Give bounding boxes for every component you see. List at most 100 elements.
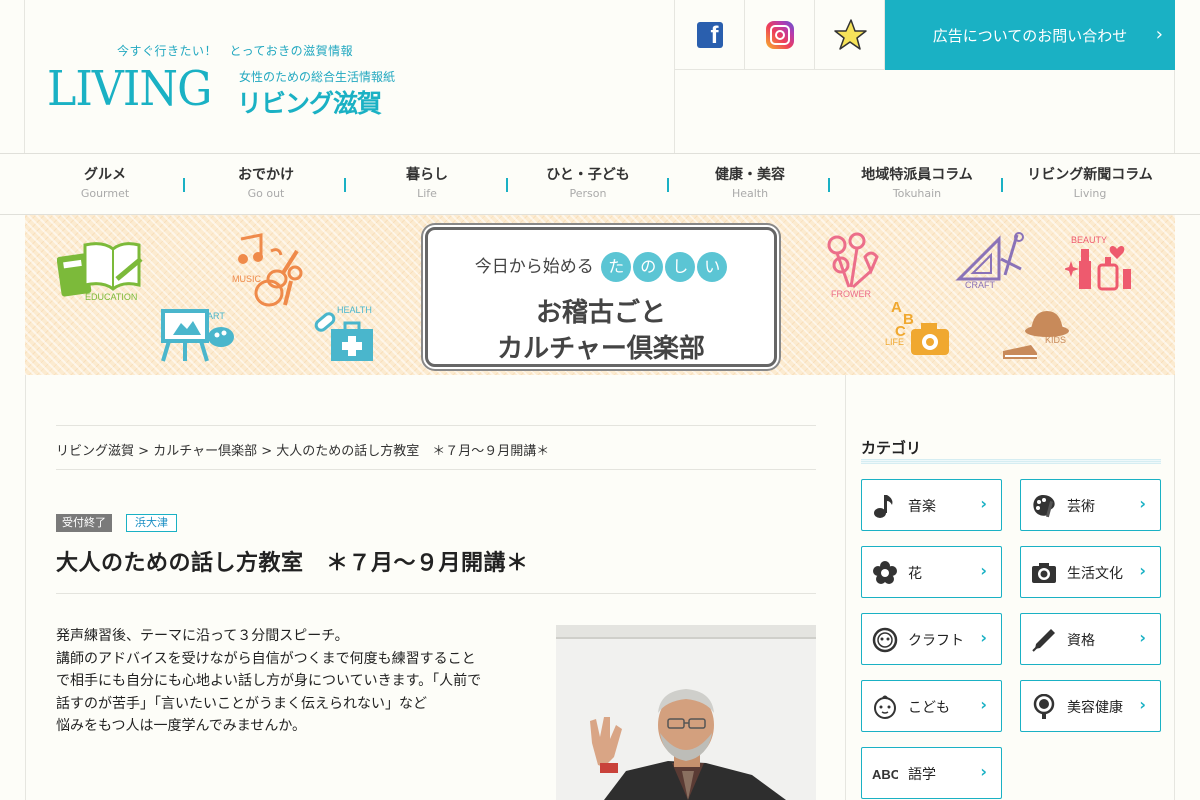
category-art[interactable]: 芸術 › <box>1020 479 1161 531</box>
instagram-icon <box>765 20 794 49</box>
banner-lead: 今日から始める <box>474 257 594 277</box>
breadcrumb-section[interactable]: カルチャー倶楽部 <box>153 444 257 459</box>
chevron-right-icon: › <box>1139 695 1146 714</box>
category-label: 音楽 <box>908 499 936 515</box>
category-beauty-health[interactable]: 美容健康 › <box>1020 680 1161 732</box>
nav-sublabel: Person <box>569 187 607 200</box>
banner-title-line1: お稽古ごと <box>535 298 666 328</box>
category-label: クラフト <box>908 633 964 649</box>
music-icon <box>238 233 303 307</box>
breadcrumb-separator: > <box>261 444 273 459</box>
instructor-photo-image <box>556 625 816 800</box>
tanoshii-char: し <box>665 252 696 282</box>
baby-face-icon <box>872 694 898 720</box>
category-language[interactable]: ABC 語学 › <box>861 747 1002 799</box>
banner-title-box: 今日から始める たのしい お稽古ごと カルチャー倶楽部 <box>425 227 777 367</box>
svg-text:ABC: ABC <box>872 767 898 782</box>
area-badge[interactable]: 浜大津 <box>126 514 177 532</box>
instructor-photo <box>556 625 816 800</box>
banner-title-line2: カルチャー倶楽部 <box>497 334 705 364</box>
flower-label: FROWER <box>831 289 871 299</box>
nav-label: おでかけ <box>238 167 294 183</box>
breadcrumb-separator: > <box>138 444 150 459</box>
chevron-right-icon: › <box>1139 494 1146 513</box>
nav-item-life[interactable]: 暮らし Life <box>377 164 477 200</box>
kids-icon <box>1003 311 1069 359</box>
global-nav: グルメ Gourmet おでかけ Go out 暮らし Life ひと・子ども … <box>0 153 1200 215</box>
description-line: で相手にも自分にも心地よい話し方が身についていきます。「人前で <box>56 673 482 689</box>
music-note-icon <box>872 493 898 519</box>
logo-living-wordmark: LIVING <box>47 61 212 117</box>
category-kids[interactable]: こども › <box>861 680 1002 732</box>
nav-item-health[interactable]: 健康・美容 Health <box>690 164 810 200</box>
tagline: 今すぐ行きたい！ とっておきの滋賀情報 <box>117 44 354 58</box>
nav-label: 暮らし <box>406 167 448 183</box>
nav-item-living[interactable]: リビング新聞コラム Living <box>1012 164 1168 200</box>
breadcrumb-home[interactable]: リビング滋賀 <box>56 444 134 459</box>
category-label: 生活文化 <box>1067 566 1123 582</box>
facebook-icon: f <box>696 21 723 48</box>
mirror-icon <box>1031 694 1057 720</box>
nav-divider <box>183 178 185 192</box>
facebook-link[interactable]: f <box>675 0 745 70</box>
culture-club-banner[interactable]: EDUCATION MUSIC ART HEALTH 今日から始める たのしい <box>25 215 1175 375</box>
nav-divider <box>506 178 508 192</box>
nav-sublabel: Gourmet <box>80 187 130 200</box>
header-actions: f 広告についてのお問い合わせ › <box>675 0 1175 153</box>
nav-item-person[interactable]: ひと・子ども Person <box>528 164 648 200</box>
flower-icon <box>827 232 879 289</box>
beauty-icon <box>1065 246 1131 291</box>
category-music[interactable]: 音楽 › <box>861 479 1002 531</box>
category-heading-rule <box>861 459 1161 464</box>
music-label: MUSIC <box>232 274 261 284</box>
logo-name: リビング滋賀 <box>237 89 382 118</box>
education-label: EDUCATION <box>85 292 138 302</box>
chevron-right-icon: › <box>980 494 987 513</box>
art-icon <box>161 309 234 362</box>
camera-illustration-icon <box>911 323 949 355</box>
health-label: HEALTH <box>337 305 372 315</box>
status-badge: 受付終了 <box>56 514 112 532</box>
sidebar: カテゴリ 音楽 › 芸術 › 花 › 生活文化 › クラフト › 資格 › こど… <box>845 375 1175 800</box>
chevron-right-icon: › <box>980 628 987 647</box>
nav-divider <box>828 178 830 192</box>
beauty-label: BEAUTY <box>1071 235 1108 245</box>
tanoshii-char: た <box>601 252 632 282</box>
breadcrumb: リビング滋賀 > カルチャー倶楽部 > 大人のための話し方教室 ＊７月～９月開講… <box>56 425 816 470</box>
category-label: 資格 <box>1067 633 1095 649</box>
description-line: 悩みをもつ人は一度学んでみませんか。 <box>56 718 307 734</box>
page-title: 大人のための話し方教室 ＊７月～９月開講＊ <box>56 551 529 576</box>
nav-sublabel: Life <box>417 187 437 200</box>
site-header: 今すぐ行きたい！ とっておきの滋賀情報 LIVING 女性のための総合生活情報紙… <box>0 0 1200 153</box>
ad-contact-label: 広告についてのお問い合わせ <box>932 26 1128 45</box>
description-line: 発声練習後、テーマに沿って３分間スピーチ。 <box>56 628 349 644</box>
pen-icon <box>1031 627 1057 653</box>
nav-sublabel: Health <box>731 187 769 200</box>
nav-divider <box>1001 178 1003 192</box>
main-content: リビング滋賀 > カルチャー倶楽部 > 大人のための話し方教室 ＊７月～９月開講… <box>25 375 845 800</box>
chevron-right-icon: › <box>980 561 987 580</box>
category-craft[interactable]: クラフト › <box>861 613 1002 665</box>
category-lifestyle-culture[interactable]: 生活文化 › <box>1020 546 1161 598</box>
nav-item-tokuhain[interactable]: 地域特派員コラム Tokuhain <box>846 164 988 200</box>
nav-item-gourmet[interactable]: グルメ Gourmet <box>64 164 146 200</box>
art-label: ART <box>207 311 225 321</box>
chevron-right-icon: › <box>1155 24 1163 45</box>
button-icon <box>872 627 898 653</box>
description-line: 話すのが苦手」「言いたいことがうまく伝えられない」など <box>56 695 427 712</box>
category-label: 花 <box>908 566 922 582</box>
instagram-link[interactable] <box>745 0 815 70</box>
site-logo[interactable]: 今すぐ行きたい！ とっておきの滋賀情報 LIVING 女性のための総合生活情報紙… <box>24 0 675 153</box>
chevron-right-icon: › <box>980 695 987 714</box>
chevron-right-icon: › <box>1139 561 1146 580</box>
category-flower[interactable]: 花 › <box>861 546 1002 598</box>
nav-item-goout[interactable]: おでかけ Go out <box>216 164 316 200</box>
craft-label: CRAFT <box>965 280 995 290</box>
favorite-link[interactable] <box>815 0 885 70</box>
category-qualification[interactable]: 資格 › <box>1020 613 1161 665</box>
nav-label: 地域特派員コラム <box>861 167 973 183</box>
ad-contact-button[interactable]: 広告についてのお問い合わせ › <box>885 0 1175 70</box>
banner-lead-line: 今日から始める たのしい <box>428 252 774 282</box>
education-icon <box>57 242 143 297</box>
kids-label: KIDS <box>1045 335 1067 345</box>
